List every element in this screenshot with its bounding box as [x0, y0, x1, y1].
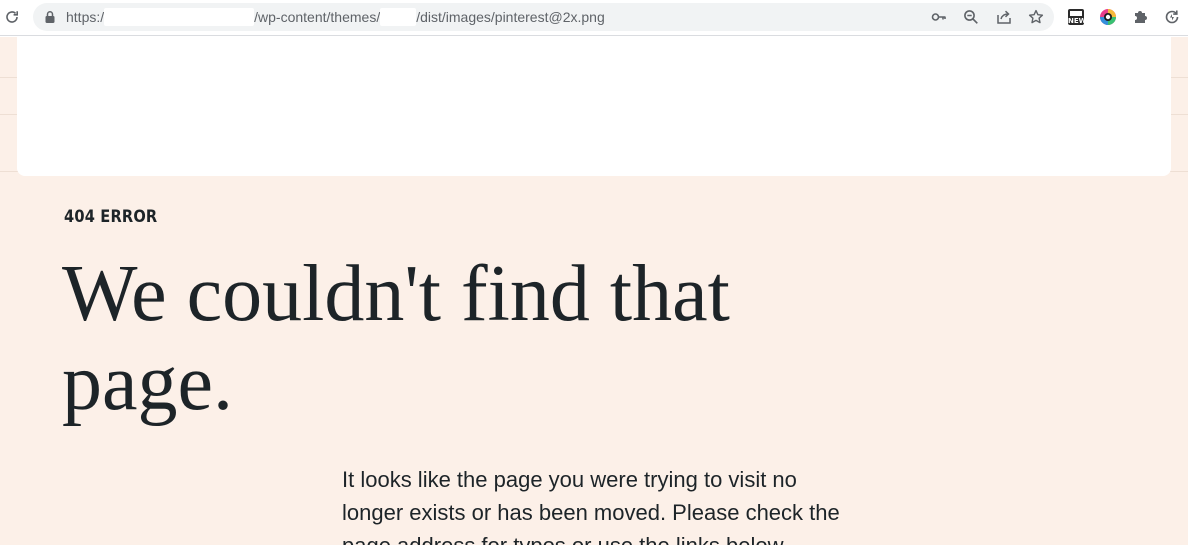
- url-path-2: /dist/images/pinterest@2x.png: [416, 9, 605, 25]
- browser-toolbar: https:/ /wp-content/themes/ /dist/images/p…: [0, 0, 1188, 36]
- zoom-out-icon: [964, 10, 978, 24]
- password-key-button[interactable]: [929, 7, 949, 27]
- url-path-1: /wp-content/themes/: [254, 9, 381, 25]
- lock-icon[interactable]: [43, 10, 57, 24]
- address-bar[interactable]: https:/ /wp-content/themes/ /dist/images/p…: [33, 3, 1054, 31]
- sync-icon: [1165, 10, 1179, 24]
- page-title: We couldn't find that page.: [62, 250, 730, 427]
- share-icon: [997, 10, 1011, 24]
- zoom-button[interactable]: [961, 7, 981, 27]
- extension-news[interactable]: NEW: [1066, 7, 1086, 27]
- site-header-panel: [17, 37, 1171, 176]
- extension-sync[interactable]: [1162, 7, 1182, 27]
- reload-button[interactable]: [2, 6, 22, 28]
- url-text[interactable]: https:/ /wp-content/themes/ /dist/images/p…: [66, 3, 605, 31]
- error-description: It looks like the page you were trying t…: [342, 467, 840, 545]
- url-scheme: https:/: [66, 9, 105, 25]
- bookmark-button[interactable]: [1026, 7, 1046, 27]
- news-badge: NEW: [1068, 17, 1087, 25]
- url-redacted-theme: [380, 8, 417, 26]
- error-page: 404 ERROR We couldn't find that page. It…: [0, 37, 1188, 545]
- extension-color-picker[interactable]: [1098, 7, 1118, 27]
- color-wheel-icon: [1100, 9, 1116, 25]
- reload-icon: [6, 11, 18, 23]
- url-redacted-domain: [104, 8, 255, 26]
- extensions-button[interactable]: [1130, 7, 1150, 27]
- error-code-label: 404 ERROR: [64, 207, 158, 227]
- star-icon: [1028, 9, 1044, 24]
- share-button[interactable]: [994, 7, 1014, 27]
- key-icon: [931, 13, 946, 21]
- puzzle-icon: [1135, 11, 1147, 23]
